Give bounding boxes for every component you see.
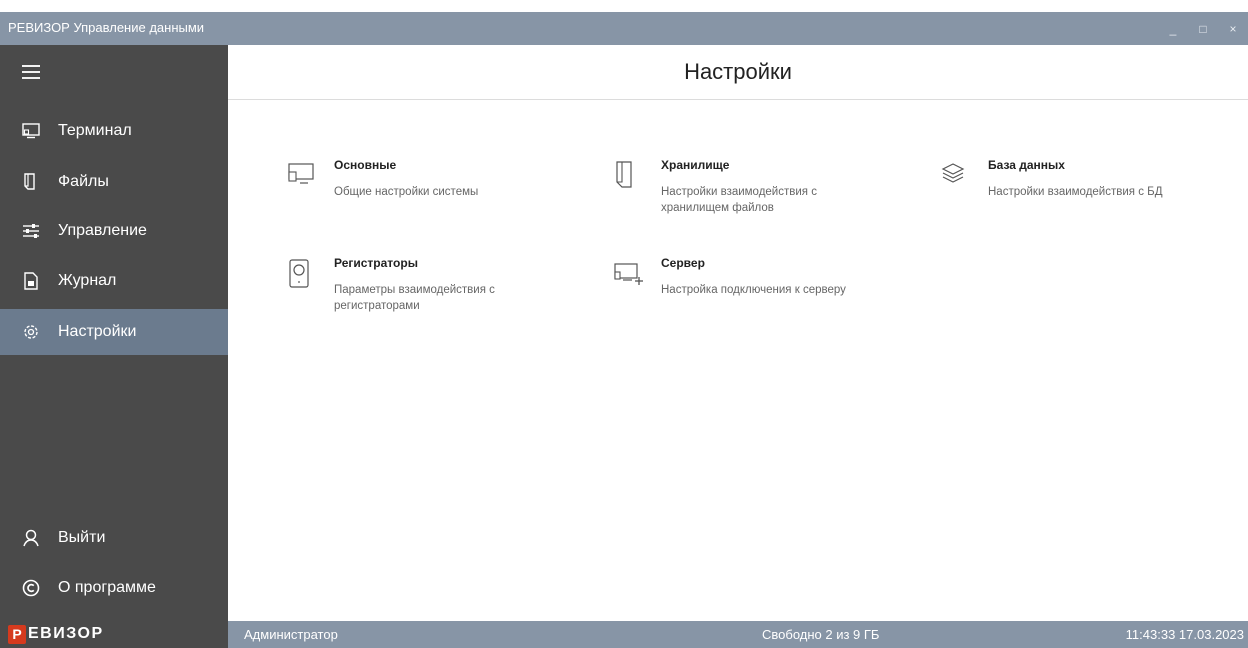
card-description: Настройка подключения к серверу: [661, 284, 846, 296]
monitor-icon: [286, 160, 314, 188]
card-title: Регистраторы: [334, 256, 418, 270]
sliders-icon: [22, 222, 40, 240]
sidebar-item-label: Управление: [58, 222, 147, 239]
recorder-icon: [286, 258, 314, 288]
status-user: Администратор: [244, 627, 338, 642]
terminal-icon: [22, 122, 40, 140]
card-description: Настройки взаимодействия с БД: [988, 186, 1163, 198]
settings-card-storage[interactable]: Хранилище Настройки взаимодействия с хра…: [613, 158, 913, 238]
card-description: Настройки взаимодействия с хранилищем фа…: [661, 186, 817, 214]
sidebar-item-label: Выйти: [58, 529, 106, 546]
settings-card-server[interactable]: Сервер Настройка подключения к серверу: [613, 256, 913, 336]
sidebar-item-journal[interactable]: Журнал: [0, 258, 228, 304]
journal-icon: [22, 272, 40, 290]
sidebar: Терминал Файлы Управление Журнал Настрой…: [0, 45, 228, 621]
settings-card-recorders[interactable]: Регистраторы Параметры взаимодействия с …: [286, 256, 586, 336]
app-logo: Р ЕВИЗОР: [0, 621, 228, 648]
window-controls: _ □ ×: [1158, 12, 1248, 45]
storage-icon: [613, 160, 641, 188]
sidebar-item-settings[interactable]: Настройки: [0, 309, 228, 355]
card-title: Сервер: [661, 256, 705, 270]
page-header: Настройки: [228, 45, 1248, 100]
window-title: РЕВИЗОР Управление данными: [8, 20, 205, 35]
sidebar-item-label: О программе: [58, 579, 156, 596]
sidebar-item-label: Терминал: [58, 122, 132, 139]
card-title: Хранилище: [661, 158, 730, 172]
sidebar-item-label: Файлы: [58, 173, 109, 190]
sidebar-item-label: Журнал: [58, 272, 117, 289]
sidebar-item-management[interactable]: Управление: [0, 208, 228, 254]
maximize-button[interactable]: □: [1188, 12, 1218, 45]
settings-card-database[interactable]: База данных Настройки взаимодействия с Б…: [940, 158, 1240, 238]
status-bar: Р ЕВИЗОР Администратор Свободно 2 из 9 Г…: [0, 621, 1248, 648]
sidebar-item-logout[interactable]: Выйти: [0, 515, 228, 561]
user-icon: [22, 529, 40, 547]
logo-text: ЕВИЗОР: [28, 625, 104, 642]
database-icon: [940, 160, 968, 188]
logo-mark: Р: [8, 625, 26, 644]
card-description: Общие настройки системы: [334, 186, 479, 198]
settings-card-general[interactable]: Основные Общие настройки системы: [286, 158, 586, 238]
card-description: Параметры взаимодействия с регистраторам…: [334, 284, 495, 312]
card-title: База данных: [988, 158, 1065, 172]
gear-icon: [22, 323, 40, 341]
card-title: Основные: [334, 158, 397, 172]
sidebar-item-terminal[interactable]: Терминал: [0, 108, 228, 154]
sidebar-item-label: Настройки: [58, 323, 137, 340]
minimize-button[interactable]: _: [1158, 12, 1188, 45]
page-title: Настройки: [684, 59, 792, 84]
status-storage: Свободно 2 из 9 ГБ: [762, 627, 880, 642]
hamburger-icon[interactable]: [22, 65, 40, 79]
sidebar-item-files[interactable]: Файлы: [0, 159, 228, 205]
copyright-icon: [22, 579, 40, 597]
files-icon: [22, 173, 40, 191]
title-bar: РЕВИЗОР Управление данными _ □ ×: [0, 12, 1248, 45]
sidebar-item-about[interactable]: О программе: [0, 565, 228, 611]
server-icon: [613, 258, 643, 286]
close-button[interactable]: ×: [1218, 12, 1248, 45]
status-datetime: 11:43:33 17.03.2023: [1125, 627, 1244, 642]
